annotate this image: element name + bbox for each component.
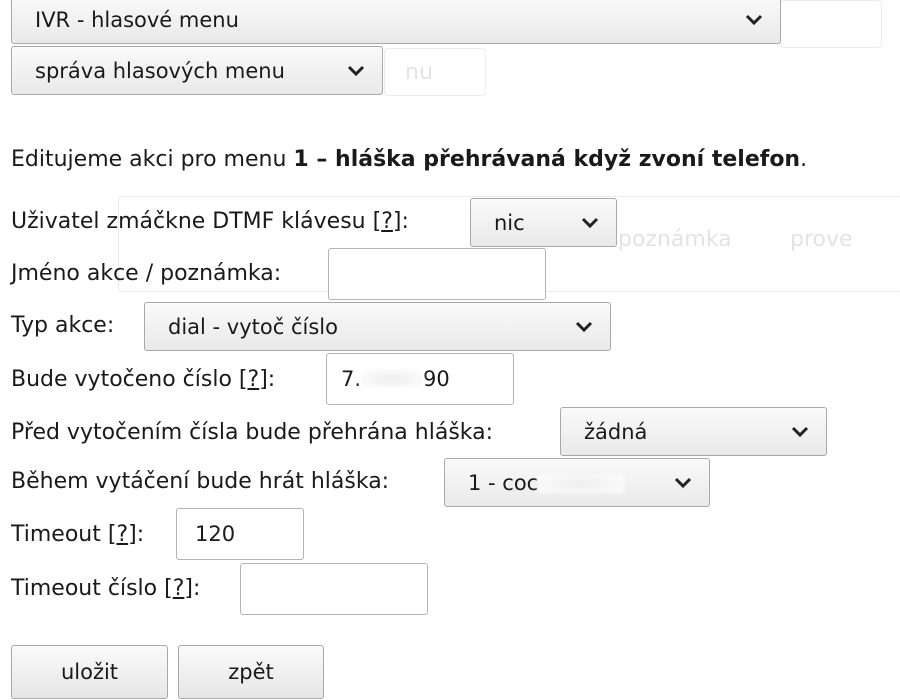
ghost-select-2-label: nu <box>405 60 433 85</box>
module-select[interactable]: IVR - hlasové menu <box>11 0 781 44</box>
ghost-select-1 <box>780 0 882 48</box>
timeout-number-input[interactable] <box>240 563 428 615</box>
number-label-colon: ]: <box>259 367 276 392</box>
number-input[interactable]: 7. 90 <box>326 353 514 405</box>
action-name-label: Jméno akce / poznámka: <box>11 261 282 286</box>
timeout-label-colon: ]: <box>128 522 145 547</box>
ghost-header-2: prove <box>790 227 853 252</box>
chevron-down-icon <box>674 477 692 488</box>
module-select-value: IVR - hlasové menu <box>35 7 239 32</box>
action-type-select-value: dial - vytoč číslo <box>168 314 338 339</box>
timeout-label: Timeout [?]: <box>11 522 144 548</box>
number-label: Bude vytočeno číslo [?]: <box>11 367 275 393</box>
action-type-select[interactable]: dial - vytoč číslo <box>144 302 611 351</box>
timeout-number-help-link[interactable]: ? <box>173 576 185 601</box>
number-value-end: 90 <box>423 367 450 391</box>
section-select-value: správa hlasových menu <box>35 58 285 83</box>
timeout-input[interactable]: 120 <box>176 508 304 560</box>
number-label-text: Bude vytočeno číslo [ <box>11 367 248 392</box>
number-help-link[interactable]: ? <box>248 367 260 392</box>
before-announce-select[interactable]: žádná <box>560 407 827 456</box>
dtmf-select-value: nic <box>494 210 525 235</box>
during-announce-value: 1 - coc <box>468 471 673 495</box>
chevron-down-icon <box>791 426 809 437</box>
dtmf-help-link[interactable]: ? <box>381 209 393 234</box>
chevron-down-icon <box>575 321 593 332</box>
ghost-select-2 <box>384 48 486 96</box>
dtmf-label: Uživatel zmáčkne DTMF klávesu [?]: <box>11 209 409 235</box>
back-button[interactable]: zpět <box>178 645 324 699</box>
during-announce-redacted <box>538 474 625 493</box>
intro-suffix: . <box>800 147 808 172</box>
during-announce-select[interactable]: 1 - coc <box>444 458 710 507</box>
timeout-number-label: Timeout číslo [?]: <box>11 576 200 602</box>
chevron-down-icon <box>745 14 763 25</box>
during-announce-text: 1 - coc <box>468 470 539 495</box>
intro-prefix: Editujeme akci pro menu <box>11 147 294 172</box>
intro-text: Editujeme akci pro menu 1 – hláška přehr… <box>11 147 807 173</box>
action-name-input[interactable] <box>328 248 546 300</box>
number-value-start: 7. <box>341 367 362 391</box>
save-button[interactable]: uložit <box>11 645 168 699</box>
section-select[interactable]: správa hlasových menu <box>11 46 383 95</box>
during-announce-label: Během vytáčení bude hrát hláška: <box>11 469 390 494</box>
chevron-down-icon <box>581 217 599 228</box>
ghost-header-1: poznámka <box>618 227 732 252</box>
timeout-number-label-text: Timeout číslo [ <box>11 576 173 601</box>
timeout-label-text: Timeout [ <box>11 522 117 547</box>
timeout-help-link[interactable]: ? <box>116 522 128 547</box>
dtmf-label-text: Uživatel zmáčkne DTMF klávesu [ <box>11 209 382 234</box>
before-announce-label: Před vytočením čísla bude přehrána hlášk… <box>11 420 494 445</box>
before-announce-value: žádná <box>584 419 648 444</box>
dtmf-select[interactable]: nic <box>470 198 617 247</box>
action-type-label: Typ akce: <box>11 313 115 338</box>
chevron-down-icon <box>347 65 365 76</box>
timeout-number-label-colon: ]: <box>184 576 201 601</box>
menu-name: 1 – hláška přehrávaná když zvoní telefon <box>293 147 801 172</box>
dtmf-label-colon: ]: <box>392 209 409 234</box>
number-redacted <box>361 370 424 388</box>
